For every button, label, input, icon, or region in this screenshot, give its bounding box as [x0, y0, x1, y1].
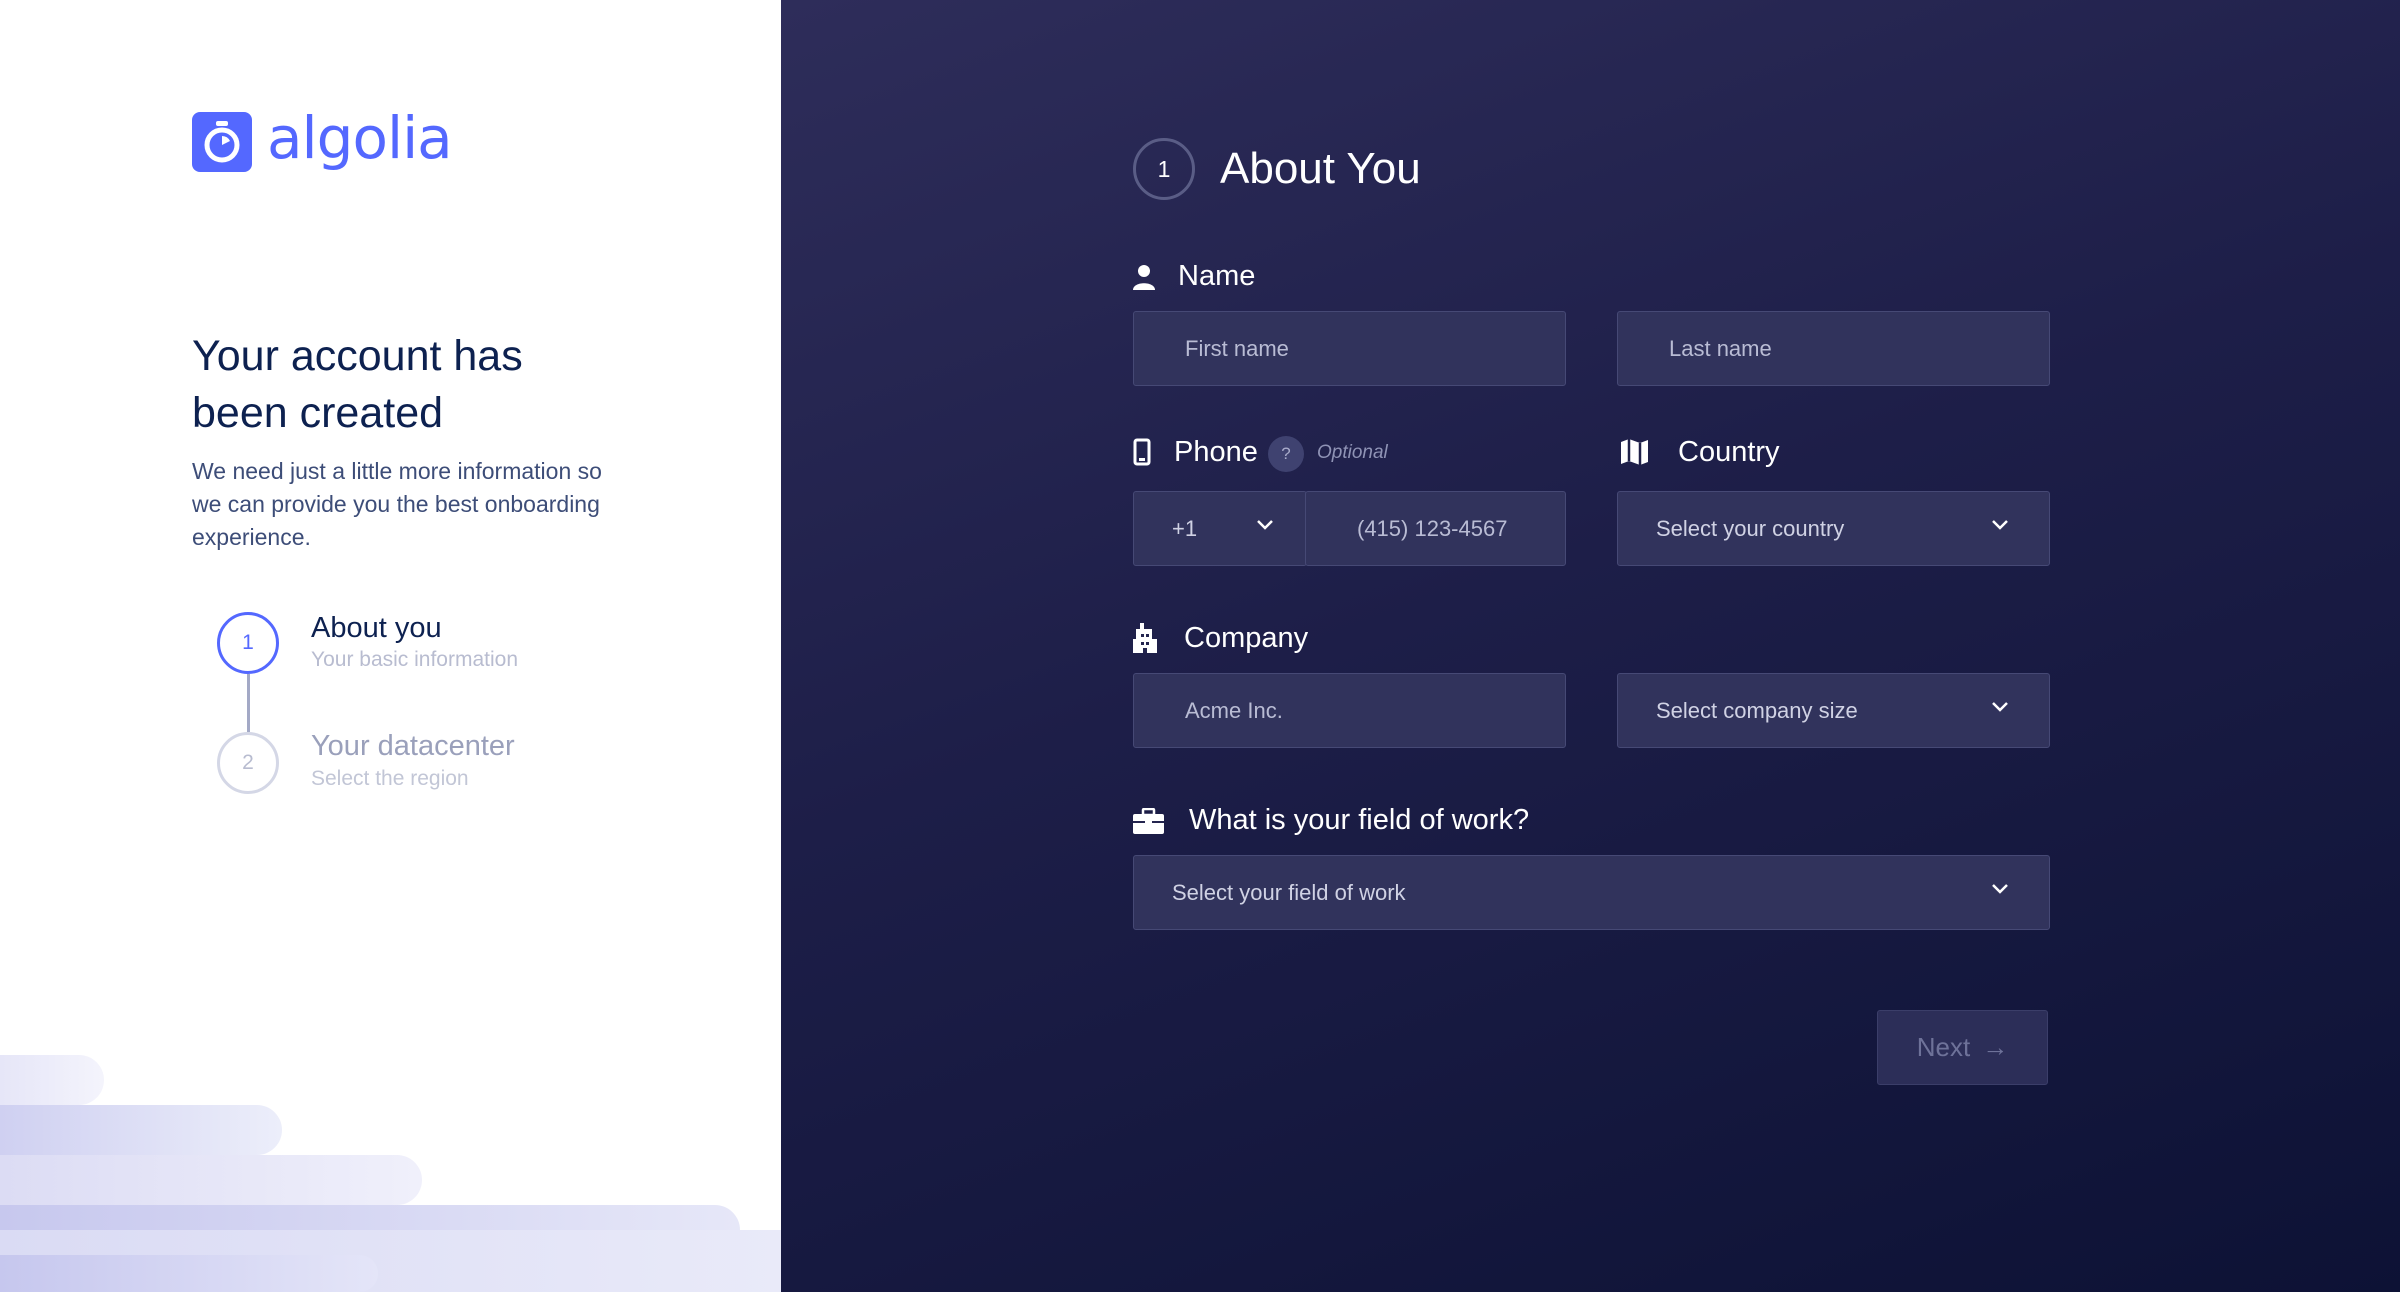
- step-1-title: About you: [311, 612, 442, 644]
- company-size-value: Select company size: [1656, 697, 1858, 723]
- user-icon: [1133, 265, 1155, 290]
- algolia-logo[interactable]: algolia: [192, 104, 453, 172]
- page-headline: Your account has been created: [192, 332, 523, 437]
- step-connector: [247, 674, 250, 732]
- phone-optional-label: Optional: [1317, 442, 1388, 463]
- company-name-field[interactable]: [1133, 673, 1566, 748]
- page-subtext: We need just a little more information s…: [192, 458, 602, 550]
- arrow-right-icon: →: [1982, 1032, 2009, 1062]
- field-of-work-select[interactable]: Select your field of work: [1133, 855, 2050, 930]
- mobile-phone-icon: [1133, 438, 1151, 466]
- brand-name: algolia: [267, 104, 453, 172]
- phone-number-field[interactable]: [1305, 491, 1566, 566]
- country-code-select[interactable]: +1: [1133, 491, 1307, 566]
- company-label: Company: [1184, 622, 1309, 654]
- chevron-down-icon: [1257, 520, 1273, 530]
- phone-number-input[interactable]: [1306, 515, 1565, 542]
- decor-stripe: [0, 1105, 282, 1155]
- chevron-down-icon: [1992, 884, 2008, 894]
- decor-stripe: [0, 1155, 422, 1205]
- company-size-select[interactable]: Select company size: [1617, 673, 2050, 748]
- briefcase-icon: [1133, 808, 1164, 834]
- phone-label: Phone: [1174, 436, 1258, 468]
- decor-stripe: [0, 1255, 378, 1292]
- chevron-down-icon: [1992, 702, 2008, 712]
- step-2-title: Your datacenter: [311, 730, 515, 762]
- field-of-work-value: Select your field of work: [1172, 879, 1406, 905]
- field-of-work-label: What is your field of work?: [1189, 804, 1530, 836]
- company-name-input[interactable]: [1134, 697, 1565, 724]
- first-name-field[interactable]: [1133, 311, 1566, 386]
- form-panel: 1 About You Name Phone ? Optional +1 Cou…: [781, 0, 2400, 1292]
- first-name-input[interactable]: [1134, 335, 1565, 362]
- phone-help-icon[interactable]: ?: [1268, 436, 1304, 472]
- form-title: About You: [1220, 144, 1421, 193]
- name-label: Name: [1178, 260, 1256, 292]
- country-select-value: Select your country: [1656, 515, 1845, 541]
- country-code-value: +1: [1172, 515, 1198, 541]
- left-panel: algolia Your account has been created We…: [0, 0, 781, 1292]
- last-name-input[interactable]: [1618, 335, 2049, 362]
- country-label: Country: [1678, 436, 1780, 468]
- next-button[interactable]: Next →: [1877, 1010, 2048, 1085]
- building-icon: [1133, 623, 1157, 653]
- form-step-number: 1: [1133, 138, 1195, 200]
- decor-stripe: [0, 1055, 104, 1105]
- stopwatch-logo-icon: [192, 112, 252, 172]
- next-button-label: Next: [1916, 1032, 1971, 1062]
- chevron-down-icon: [1992, 520, 2008, 530]
- step-1-number: 1: [217, 612, 279, 674]
- last-name-field[interactable]: [1617, 311, 2050, 386]
- step-2-number: 2: [217, 732, 279, 794]
- map-icon: [1621, 439, 1648, 465]
- step-1-subtitle: Your basic information: [311, 648, 519, 671]
- country-select[interactable]: Select your country: [1617, 491, 2050, 566]
- step-2-subtitle: Select the region: [311, 767, 469, 790]
